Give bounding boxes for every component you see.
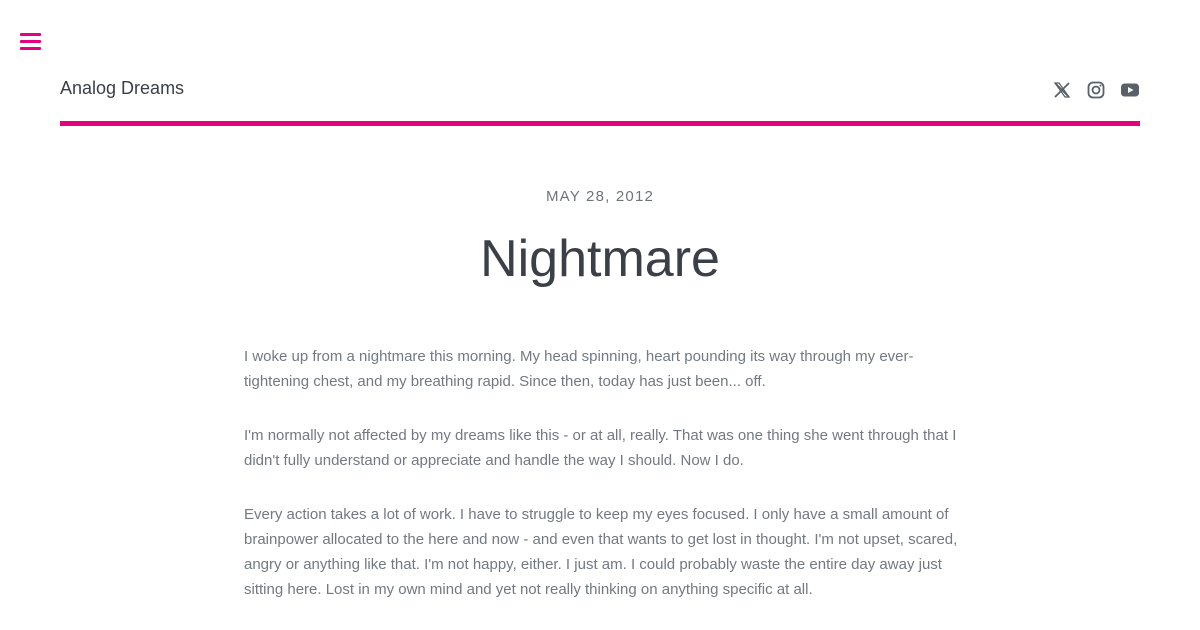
- instagram-icon[interactable]: [1086, 80, 1106, 100]
- site-header: Analog Dreams: [60, 70, 1140, 126]
- youtube-icon[interactable]: [1120, 80, 1140, 100]
- x-icon[interactable]: [1052, 80, 1072, 100]
- post-paragraph: Every action takes a lot of work. I have…: [244, 506, 958, 598]
- page: Analog Dreams MAY 28, 2012 Nightmare I w…: [0, 0, 1200, 630]
- post-title: Nightmare: [480, 230, 720, 288]
- menu-icon[interactable]: [20, 31, 41, 51]
- social-links: [1052, 80, 1140, 100]
- post-body: I woke up from a nightmare this morning.…: [244, 344, 960, 630]
- site-title-link[interactable]: Analog Dreams: [60, 78, 184, 99]
- post-date: MAY 28, 2012: [545, 188, 655, 205]
- post-paragraph: I woke up from a nightmare this morning.…: [244, 348, 914, 390]
- post-paragraph: I'm normally not affected by my dreams l…: [244, 427, 957, 469]
